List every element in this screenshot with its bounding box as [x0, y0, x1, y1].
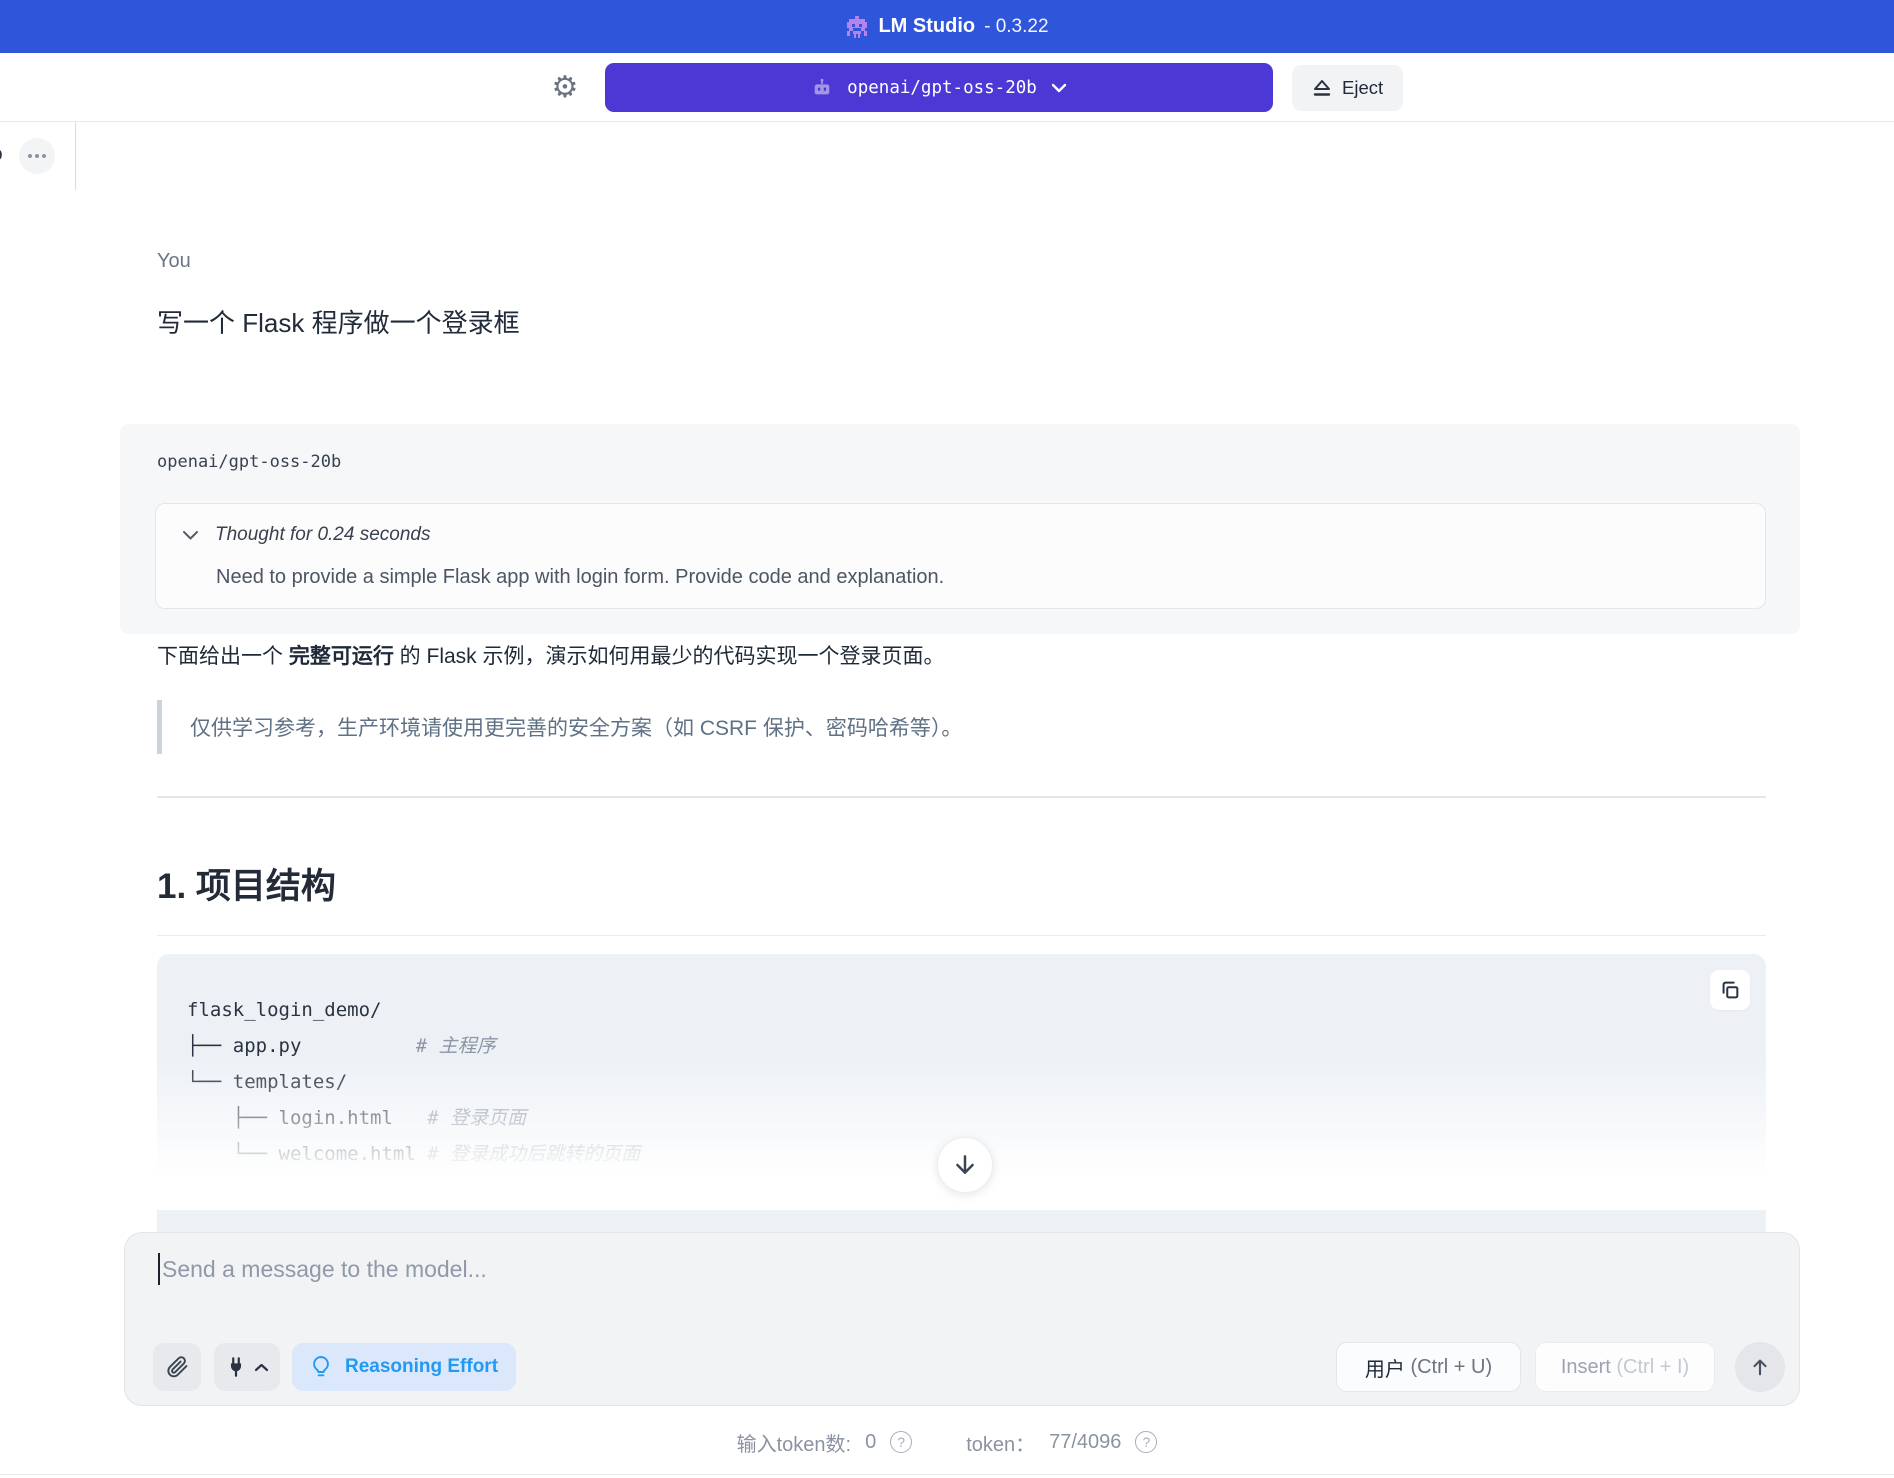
reasoning-effort-button[interactable]: Reasoning Effort	[292, 1343, 516, 1391]
code-line: flask_login_demo/	[187, 999, 382, 1021]
tab-options-button[interactable]	[19, 138, 55, 174]
chevron-down-icon[interactable]	[182, 530, 199, 541]
reasoning-effort-label: Reasoning Effort	[344, 1356, 499, 1377]
chat-tab-title: o	[0, 144, 3, 166]
text-cursor	[158, 1253, 160, 1285]
footer-divider	[0, 1474, 1894, 1475]
composer-toolbar: Reasoning Effort 用户 (Ctrl + U) Insert (C…	[125, 1342, 1799, 1392]
assistant-message-header: openai/gpt-oss-20b Thought for 0.24 seco…	[120, 424, 1800, 634]
help-icon[interactable]: ?	[1135, 1431, 1158, 1453]
assistant-model-name: openai/gpt-oss-20b	[157, 452, 342, 472]
eject-label: Eject	[1342, 77, 1384, 98]
markdown-divider	[157, 796, 1766, 798]
ellipsis-icon	[28, 154, 32, 158]
eject-icon	[1313, 79, 1331, 96]
assistant-paragraph: 下面给出一个 完整可运行 的 Flask 示例，演示如何用最少的代码实现一个登录…	[157, 645, 945, 668]
input-tokens-value: 0	[865, 1430, 877, 1453]
user-message: 写一个 Flask 程序做一个登录框	[157, 308, 520, 338]
model-selector-button[interactable]: openai/gpt-oss-20b	[605, 63, 1273, 112]
scroll-to-bottom-button[interactable]	[937, 1137, 993, 1193]
plug-icon	[230, 1357, 242, 1377]
copy-code-button[interactable]	[1710, 970, 1750, 1010]
app-version: - 0.3.22	[984, 15, 1049, 37]
chevron-up-icon	[254, 1363, 269, 1371]
send-message-button[interactable]	[1735, 1342, 1785, 1392]
user-role-label: You	[157, 250, 191, 272]
status-bar: 输入token数: 0 ? token： 77/4096 ?	[0, 1424, 1894, 1460]
help-icon[interactable]: ?	[890, 1431, 913, 1453]
tab-strip: o	[0, 122, 1894, 190]
toolbar: ⚙ openai/gpt-oss-20b Eject	[0, 53, 1894, 122]
insert-button[interactable]: Insert (Ctrl + I)	[1535, 1342, 1715, 1392]
attach-file-button[interactable]	[153, 1343, 201, 1391]
input-tokens-label: 输入token数:	[736, 1433, 852, 1456]
thought-collapse-box[interactable]: Thought for 0.24 seconds Need to provide…	[155, 503, 1766, 609]
thought-content: Need to provide a simple Flask app with …	[216, 566, 945, 588]
message-composer: Send a message to the model... Reasoning…	[124, 1232, 1800, 1406]
plugins-button[interactable]	[214, 1343, 280, 1391]
content-fade-overlay	[0, 1060, 1894, 1210]
chevron-down-icon	[1051, 83, 1067, 92]
input-placeholder: Send a message to the model...	[162, 1255, 487, 1282]
lightbulb-icon	[313, 1356, 329, 1377]
copy-icon	[1722, 981, 1739, 999]
arrow-up-icon	[1753, 1359, 1767, 1376]
settings-gear-icon[interactable]: ⚙	[548, 71, 582, 105]
send-as-user-button[interactable]: 用户 (Ctrl + U)	[1336, 1342, 1521, 1392]
titlebar: LM Studio - 0.3.22	[0, 0, 1894, 53]
section-heading: 1. 项目结构	[157, 858, 1766, 936]
message-input[interactable]: Send a message to the model...	[158, 1253, 487, 1285]
app-title: LM Studio	[878, 15, 976, 37]
thought-duration-label: Thought for 0.24 seconds	[215, 524, 431, 545]
context-tokens-label: token：	[966, 1433, 1036, 1456]
context-tokens-value: 77/4096	[1049, 1430, 1122, 1453]
code-line: ├── app.py # 主程序	[187, 1035, 496, 1057]
eject-button[interactable]: Eject	[1292, 65, 1404, 111]
robot-icon	[814, 78, 830, 94]
lm-studio-window: LM Studio - 0.3.22 ⚙ openai/gpt-oss-20b	[0, 0, 1894, 1478]
arrow-down-icon	[956, 1155, 974, 1174]
assistant-blockquote: 仅供学习参考，生产环境请使用更完善的安全方案（如 CSRF 保护、密码哈希等）。	[157, 700, 1767, 754]
model-selector-label: openai/gpt-oss-20b	[847, 77, 1037, 98]
lm-studio-logo-icon	[847, 15, 868, 38]
paperclip-icon	[167, 1356, 188, 1378]
